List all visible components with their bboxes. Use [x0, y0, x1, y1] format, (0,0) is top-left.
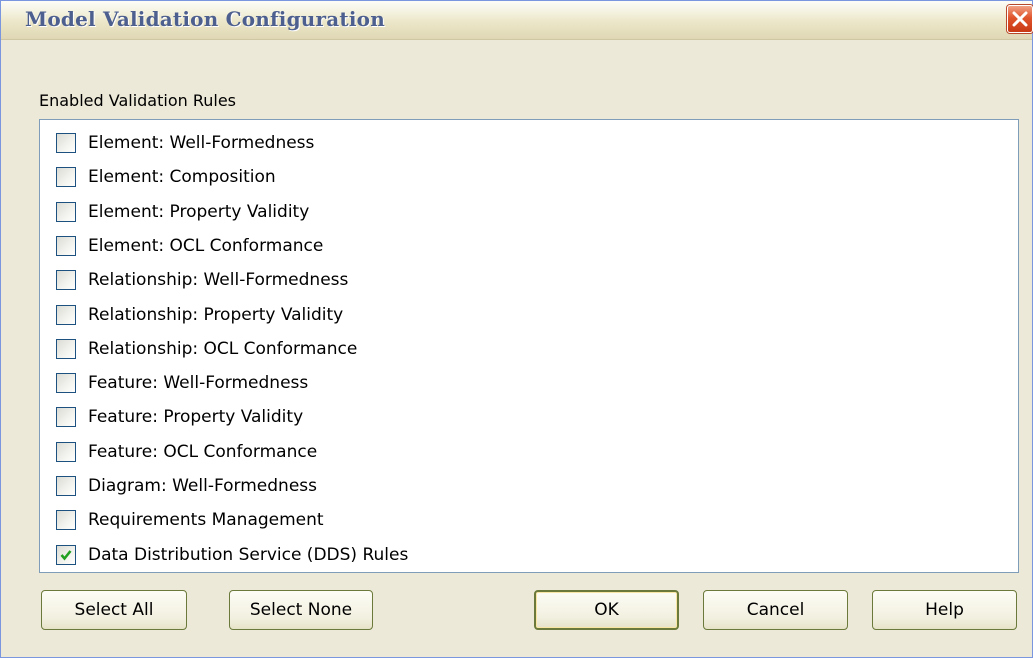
rule-label: Relationship: OCL Conformance — [88, 338, 358, 359]
rule-checkbox[interactable] — [56, 373, 76, 394]
rule-label: Data Distribution Service (DDS) Rules — [88, 544, 409, 565]
rule-checkbox[interactable] — [56, 270, 76, 291]
rule-list-item[interactable]: Feature: Property Validity — [56, 404, 303, 430]
ok-button[interactable]: OK — [534, 590, 679, 630]
rule-label: Element: Composition — [88, 167, 276, 188]
rule-label: Requirements Management — [88, 510, 324, 531]
rule-list-item[interactable]: Element: Well-Formedness — [56, 130, 314, 156]
rule-label: Feature: OCL Conformance — [88, 441, 318, 462]
title-bar[interactable]: Model Validation Configuration — [1, 1, 1033, 40]
rule-checkbox[interactable] — [56, 338, 76, 359]
select-all-button[interactable]: Select All — [41, 590, 187, 630]
rules-group-label: Enabled Validation Rules — [39, 91, 236, 110]
help-button[interactable]: Help — [872, 590, 1017, 630]
rule-list-item[interactable]: Diagram: Well-Formedness — [56, 473, 317, 499]
rule-checkbox[interactable] — [56, 476, 76, 496]
rule-label: Diagram: Well-Formedness — [88, 476, 317, 496]
rule-list-item[interactable]: Feature: Well-Formedness — [56, 370, 308, 396]
rule-list-item[interactable]: Element: OCL Conformance — [56, 233, 323, 259]
rule-checkbox[interactable] — [56, 407, 76, 428]
rule-checkbox[interactable] — [56, 235, 76, 256]
close-button[interactable] — [1007, 5, 1033, 33]
rule-list-item[interactable]: Element: Composition — [56, 164, 276, 190]
rules-listbox[interactable]: Element: Well-Formedness Element: Composi… — [39, 119, 1019, 573]
rule-checkbox[interactable] — [56, 544, 76, 565]
rule-label: Element: Property Validity — [88, 201, 310, 222]
rule-list-item[interactable]: Requirements Management — [56, 507, 324, 533]
close-icon — [1012, 11, 1028, 27]
rule-list-item[interactable]: Relationship: Well-Formedness — [56, 267, 348, 293]
rule-checkbox[interactable] — [56, 201, 76, 222]
rule-checkbox[interactable] — [56, 167, 76, 188]
rule-label: Relationship: Well-Formedness — [88, 270, 349, 291]
rule-label: Feature: Property Validity — [88, 407, 304, 428]
rule-list-item[interactable]: Relationship: OCL Conformance — [56, 336, 357, 362]
select-none-button[interactable]: Select None — [229, 590, 373, 630]
rule-checkbox[interactable] — [56, 133, 76, 153]
rule-checkbox[interactable] — [56, 441, 76, 462]
rule-checkbox[interactable] — [56, 510, 76, 531]
rule-label: Feature: Well-Formedness — [88, 373, 309, 394]
rule-list-item[interactable]: Feature: OCL Conformance — [56, 439, 317, 465]
checkmark-icon — [60, 549, 72, 561]
rule-list-item[interactable]: Element: Property Validity — [56, 199, 309, 225]
rule-list-item[interactable]: Data Distribution Service (DDS) Rules — [56, 542, 408, 568]
rule-label: Element: OCL Conformance — [88, 235, 324, 256]
dialog-window: Model Validation Configuration Enabled V… — [0, 0, 1033, 658]
rule-checkbox[interactable] — [56, 304, 76, 325]
rule-label: Element: Well-Formedness — [88, 133, 315, 153]
window-title: Model Validation Configuration — [25, 7, 385, 31]
rule-label: Relationship: Property Validity — [88, 304, 344, 325]
rule-list-item[interactable]: Relationship: Property Validity — [56, 302, 343, 328]
cancel-button[interactable]: Cancel — [703, 590, 848, 630]
